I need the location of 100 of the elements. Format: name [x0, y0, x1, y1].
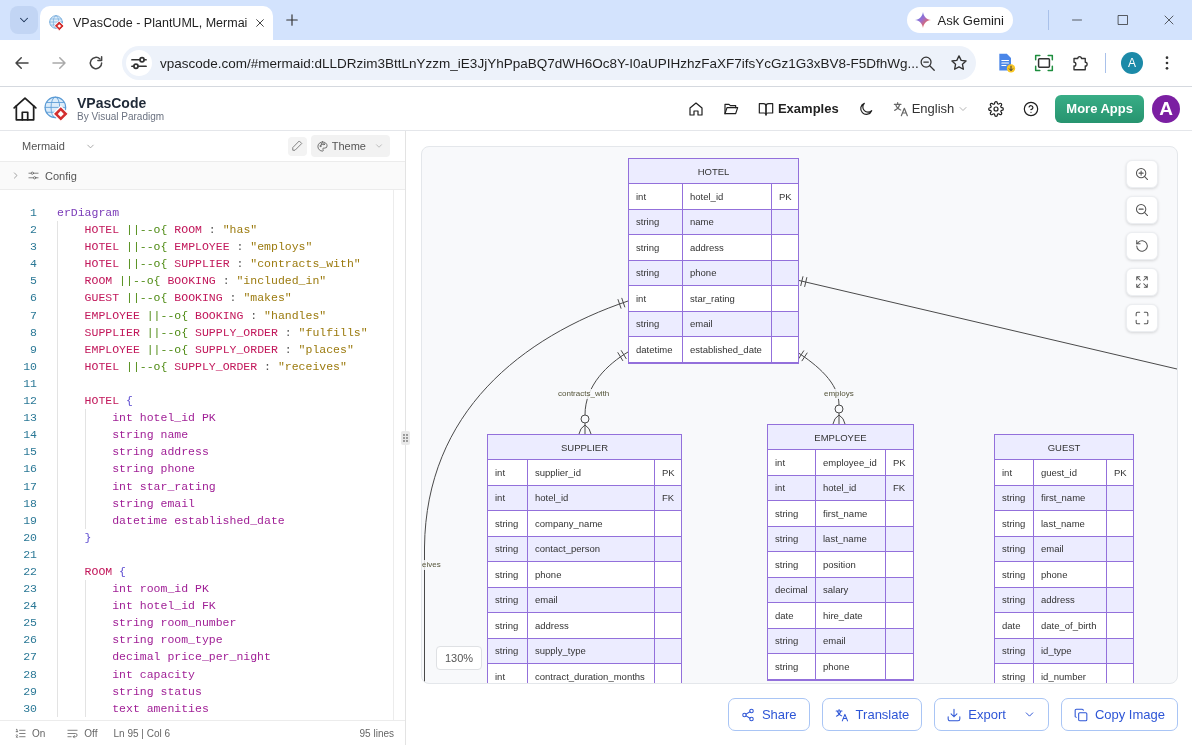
translate-icon: [834, 707, 849, 722]
type-cell: datetime: [629, 337, 683, 363]
name-cell: star_rating: [683, 286, 772, 312]
fullscreen-button[interactable]: [1126, 304, 1158, 332]
fit-view-button[interactable]: [1126, 268, 1158, 296]
entity-header: EMPLOYEE: [768, 425, 913, 450]
export-button[interactable]: Export: [934, 698, 1049, 731]
theme-button[interactable]: Theme: [310, 135, 390, 157]
name-cell: hotel_id: [683, 184, 772, 210]
examples-link[interactable]: Examples: [757, 100, 839, 117]
code-line: HOTEL ||--o{ EMPLOYEE : "employs": [84, 239, 313, 256]
line-number: 28: [22, 666, 37, 683]
config-toggle[interactable]: Config: [11, 169, 77, 182]
document-icon[interactable]: [996, 53, 1016, 73]
line-number: 8: [29, 324, 37, 341]
type-cell: string: [768, 654, 816, 680]
line-number: 17: [22, 478, 37, 495]
type-cell: string: [768, 526, 816, 552]
settings-icon[interactable]: [988, 100, 1005, 117]
line-number: 4: [29, 256, 37, 273]
screen-capture-icon[interactable]: [1034, 53, 1054, 73]
type-cell: int: [995, 460, 1034, 486]
zoom-in-button[interactable]: [1126, 160, 1158, 188]
line-number: 5: [29, 273, 37, 290]
edit-button[interactable]: [287, 136, 307, 156]
type-cell: string: [488, 587, 528, 613]
type-cell: date: [995, 613, 1034, 639]
name-cell: address: [1034, 587, 1107, 613]
line-number: 6: [29, 290, 37, 307]
code-line: erDiagram: [57, 205, 120, 221]
profile-avatar[interactable]: A: [1121, 52, 1143, 74]
name-cell: contact_person: [528, 536, 655, 562]
house-icon[interactable]: [12, 95, 38, 122]
brand-byline: By Visual Paradigm: [77, 110, 165, 123]
share-button[interactable]: Share: [727, 698, 810, 731]
back-arrow-icon[interactable]: [13, 54, 31, 72]
type-cell: date: [768, 603, 816, 629]
name-cell: last_name: [816, 526, 886, 552]
address-bar[interactable]: vpascode.com/#mermaid:dLLDRzim3BttLnYzzm_iE3JjYhPpaBQ7dWH6Oc8Y-I0aUPIHzhzFaXF7ifsYcGz1G3xBV8-F5DfhWg...: [122, 46, 976, 80]
home-icon[interactable]: [687, 100, 704, 117]
pencil-icon: [291, 140, 304, 152]
corner-arrows-icon: [1135, 275, 1149, 289]
type-cell: decimal: [768, 577, 816, 603]
code-line: string email: [112, 495, 195, 512]
line-number: 20: [22, 529, 37, 546]
type-cell: int: [488, 460, 528, 486]
type-cell: string: [995, 511, 1034, 537]
browser-tab[interactable]: VPasCode - PlantUML, Mermai: [40, 6, 273, 40]
type-cell: int: [629, 184, 683, 210]
ask-gemini-button[interactable]: Ask Gemini: [906, 7, 1013, 33]
code-line: int room_id PK: [112, 581, 209, 598]
relationship-label: contracts_with: [558, 389, 610, 399]
maximize-icon[interactable]: [1117, 14, 1129, 26]
code-line: int hotel_id PK: [112, 410, 216, 427]
name-cell: supplier_id: [528, 460, 655, 486]
user-avatar[interactable]: A: [1152, 94, 1180, 123]
sparkle-icon: [914, 12, 931, 28]
sliders-icon[interactable]: [126, 50, 152, 76]
language-dropdown[interactable]: Mermaid: [22, 140, 96, 152]
line-number: 12: [22, 393, 37, 410]
zoom-out-button[interactable]: [1126, 196, 1158, 224]
reset-view-button[interactable]: [1126, 232, 1158, 260]
type-cell: int: [629, 286, 683, 312]
zoom-out-icon[interactable]: [918, 54, 936, 72]
line-number: 22: [22, 563, 37, 580]
puzzle-icon[interactable]: [1071, 54, 1089, 72]
new-tab-icon[interactable]: [285, 13, 299, 27]
language-select[interactable]: English: [892, 100, 970, 117]
zoom-out-icon: [1135, 203, 1149, 217]
word-wrap-toggle[interactable]: Off: [67, 727, 98, 739]
name-cell: guest_id: [1034, 460, 1107, 486]
name-cell: phone: [683, 260, 772, 286]
type-cell: string: [629, 311, 683, 337]
close-icon[interactable]: [1163, 14, 1175, 26]
code-line: EMPLOYEE ||--o{ BOOKING : "handles": [84, 307, 327, 324]
line-number: 30: [22, 700, 37, 717]
line-number: 29: [22, 683, 37, 700]
zoom-level-indicator: 130%: [436, 646, 483, 670]
type-cell: string: [768, 552, 816, 578]
close-icon[interactable]: [255, 18, 266, 28]
copy-image-button[interactable]: Copy Image: [1060, 698, 1178, 731]
moon-icon[interactable]: [857, 100, 874, 117]
download-icon: [947, 707, 962, 722]
translate-button[interactable]: Translate: [821, 698, 923, 731]
name-cell: phone: [528, 562, 655, 588]
reload-icon[interactable]: [87, 54, 105, 72]
name-cell: supply_type: [528, 638, 655, 664]
star-icon[interactable]: [949, 54, 968, 72]
chevron-down-icon: [374, 141, 384, 151]
help-icon[interactable]: [1023, 100, 1040, 117]
code-line: text amenities: [112, 700, 209, 717]
line-numbers-toggle[interactable]: On: [15, 727, 46, 739]
code-line: string name: [112, 427, 189, 444]
name-cell: hotel_id: [528, 485, 655, 511]
name-cell: company_name: [528, 511, 655, 537]
type-cell: string: [995, 587, 1034, 613]
name-cell: email: [683, 311, 772, 337]
book-icon: [757, 100, 774, 117]
name-cell: name: [683, 209, 772, 235]
drag-handle-icon[interactable]: [401, 431, 410, 445]
